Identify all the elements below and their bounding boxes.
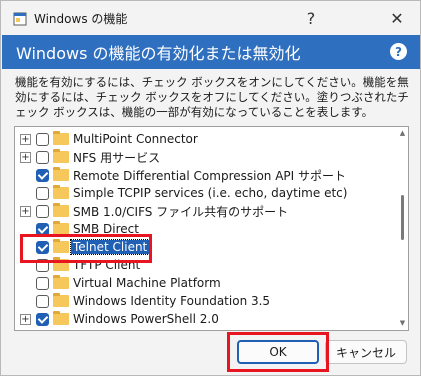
folder-icon — [53, 257, 69, 271]
feature-checkbox[interactable] — [36, 204, 49, 218]
folder-icon — [53, 311, 69, 325]
feature-row[interactable]: SMB Direct — [15, 220, 397, 238]
expand-icon[interactable]: + — [20, 205, 31, 217]
help-icon[interactable]: ? — [390, 43, 407, 60]
ok-button[interactable]: OK — [237, 340, 319, 364]
feature-label: SMB Direct — [73, 222, 139, 236]
feature-checkbox[interactable] — [36, 294, 49, 308]
folder-icon — [53, 185, 69, 199]
feature-label: Simple TCPIP services (i.e. echo, daytim… — [73, 186, 348, 200]
folder-icon — [53, 239, 69, 253]
feature-row[interactable]: TFTP Client — [15, 256, 397, 274]
feature-checkbox[interactable] — [36, 276, 49, 290]
window-title: Windows の機能 — [34, 12, 128, 26]
page-title: Windows の機能の有効化または無効化 — [16, 44, 301, 63]
expand-icon[interactable]: + — [20, 313, 31, 325]
feature-row[interactable]: Windows Identity Foundation 3.5 — [15, 292, 397, 310]
features-tree: + MultiPoint Connector + NFS 用サービス Remote Di… — [14, 126, 409, 331]
expand-icon[interactable]: + — [20, 151, 31, 163]
feature-row[interactable]: Telnet Client — [15, 238, 397, 256]
feature-label: NFS 用サービス — [73, 150, 161, 165]
feature-label: Windows PowerShell 2.0 — [73, 312, 219, 326]
feature-checkbox[interactable] — [36, 258, 49, 272]
feature-row[interactable]: + NFS 用サービス — [15, 148, 397, 166]
feature-row[interactable]: Simple TCPIP services (i.e. echo, daytim… — [15, 184, 397, 202]
folder-icon — [53, 275, 69, 289]
scroll-thumb[interactable] — [401, 195, 404, 240]
feature-checkbox[interactable] — [36, 150, 49, 164]
feature-checkbox[interactable] — [36, 186, 49, 200]
vertical-scrollbar[interactable]: ▲ ▼ — [397, 127, 408, 330]
feature-checkbox[interactable] — [36, 312, 49, 326]
feature-row[interactable]: + MultiPoint Connector — [15, 130, 397, 148]
folder-icon — [53, 149, 69, 163]
feature-label: Virtual Machine Platform — [73, 276, 221, 290]
expand-icon[interactable]: + — [20, 133, 31, 145]
feature-label: Telnet Client — [69, 239, 151, 255]
feature-label: TFTP Client — [73, 258, 141, 272]
feature-row[interactable]: Virtual Machine Platform — [15, 274, 397, 292]
feature-label: SMB 1.0/CIFS ファイル共有のサポート — [73, 204, 289, 219]
folder-icon — [53, 131, 69, 145]
feature-row[interactable]: Remote Differential Compression API サポート — [15, 166, 397, 184]
feature-checkbox[interactable] — [36, 168, 49, 182]
feature-label: Remote Differential Compression API サポート — [73, 168, 347, 183]
header-band: Windows の機能の有効化または無効化 ? — [2, 35, 420, 69]
scroll-up-icon[interactable]: ▲ — [399, 130, 406, 137]
description-text: 機能を有効にするには、チェック ボックスをオンにしてください。機能を無効にするに… — [15, 75, 409, 119]
title-bar: Windows の機能 ? ✕ — [1, 1, 420, 35]
close-button[interactable]: ✕ — [374, 1, 420, 35]
feature-checkbox[interactable] — [36, 132, 49, 146]
folder-icon — [53, 203, 69, 217]
scroll-down-icon[interactable]: ▼ — [399, 320, 406, 327]
feature-label: Windows Identity Foundation 3.5 — [73, 294, 271, 308]
feature-label: MultiPoint Connector — [73, 132, 198, 146]
feature-checkbox[interactable] — [36, 240, 49, 254]
title-help-button[interactable]: ? — [288, 1, 334, 35]
feature-row[interactable]: + SMB 1.0/CIFS ファイル共有のサポート — [15, 202, 397, 220]
folder-icon — [53, 167, 69, 181]
windows-features-icon — [13, 12, 27, 26]
feature-row[interactable]: + Windows PowerShell 2.0 — [15, 310, 397, 328]
folder-icon — [53, 221, 69, 235]
windows-features-dialog: Windows の機能 ? ✕ Windows の機能の有効化または無効化 ? … — [0, 0, 421, 376]
cancel-button[interactable]: キャンセル — [325, 340, 407, 364]
feature-checkbox[interactable] — [36, 222, 49, 236]
folder-icon — [53, 293, 69, 307]
